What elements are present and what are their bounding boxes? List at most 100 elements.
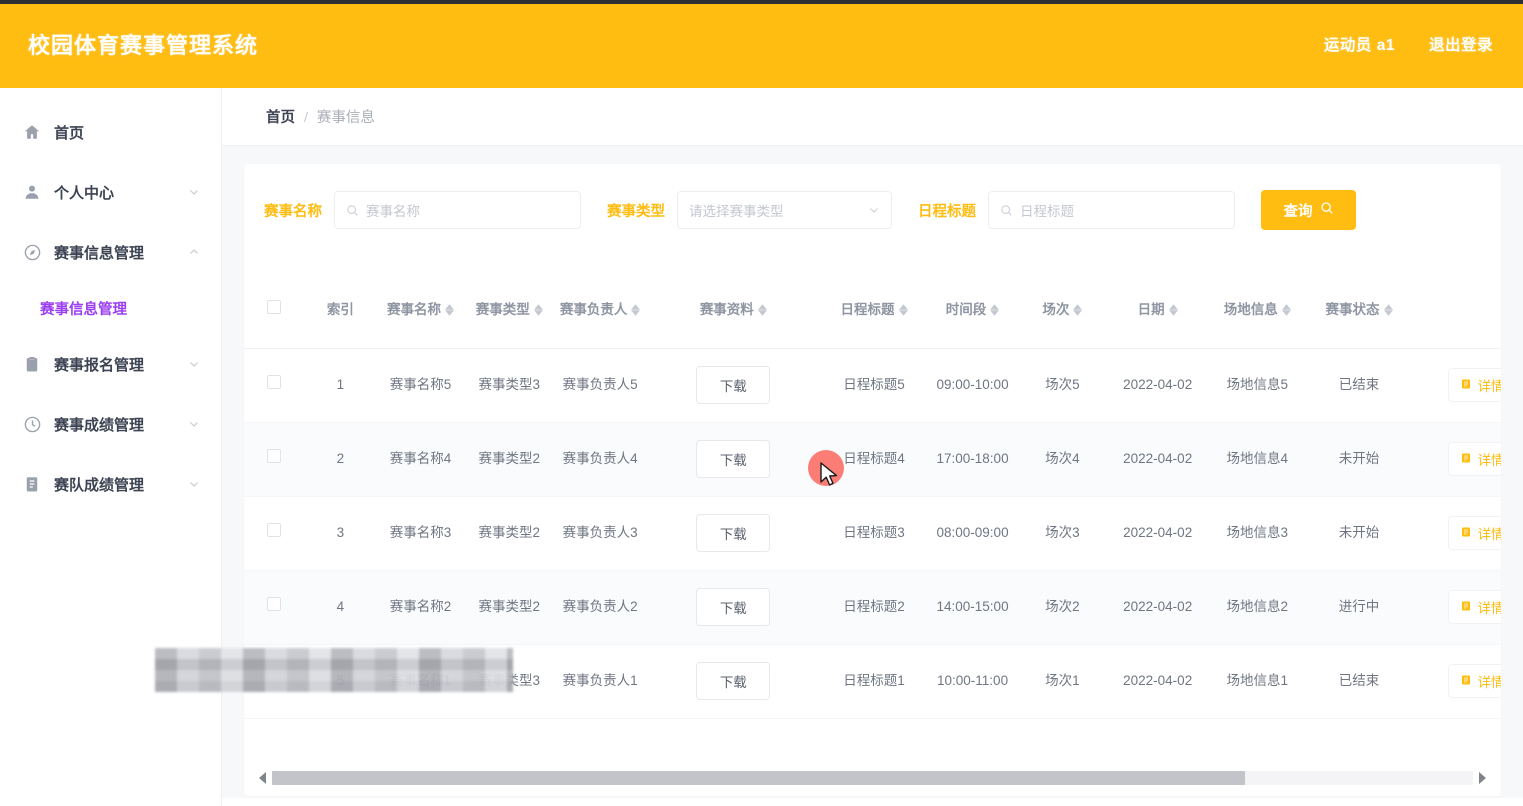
col-header-date-label: 日期	[1137, 301, 1165, 317]
download-button[interactable]: 下载	[696, 588, 771, 626]
sort-icon[interactable]	[444, 304, 454, 316]
sort-icon[interactable]	[631, 304, 641, 316]
cell-session: 场次3	[1016, 496, 1108, 571]
event-type-select[interactable]: 请选择赛事类型	[677, 191, 892, 229]
detail-icon	[1460, 378, 1472, 393]
col-header-status[interactable]: 赛事状态	[1307, 272, 1411, 349]
chevron-down-icon[interactable]	[187, 477, 201, 491]
chevron-up-icon[interactable]	[187, 245, 201, 259]
detail-button[interactable]: 详情	[1448, 368, 1501, 402]
sort-icon[interactable]	[1073, 304, 1083, 316]
col-header-venue[interactable]: 场地信息	[1207, 272, 1308, 349]
cell-date: 2022-04-02	[1107, 570, 1208, 645]
sidebar-item-event-score-management[interactable]: 赛事成绩管理	[0, 394, 221, 454]
chevron-down-icon	[868, 204, 880, 216]
cell-venue: 场地信息5	[1207, 348, 1308, 423]
table-row[interactable]: 3 赛事名称3 赛事类型2 赛事负责人3 下载 日程标题3 08:00-09:0…	[244, 496, 1501, 571]
download-button[interactable]: 下载	[696, 662, 771, 700]
select-all-checkbox[interactable]	[267, 299, 282, 314]
horizontal-scrollbar[interactable]	[256, 768, 1489, 788]
cell-action: 详情	[1410, 570, 1501, 645]
cell-status: 已结束	[1307, 348, 1411, 423]
select-all-header	[244, 272, 305, 349]
row-checkbox[interactable]	[267, 671, 282, 686]
sidebar-item-home[interactable]: 首页	[0, 102, 221, 162]
home-icon	[22, 122, 42, 142]
table-row[interactable]: 5 赛事名称1 赛事类型3 赛事负责人1 下载 日程标题1 10:00-11:0…	[244, 644, 1501, 719]
col-header-owner-label: 赛事负责人	[559, 301, 628, 317]
col-header-file[interactable]: 赛事资料	[646, 272, 820, 349]
table-row[interactable]: 2 赛事名称4 赛事类型2 赛事负责人4 下载 日程标题4 17:00-18:0…	[244, 422, 1501, 497]
scrollbar-track[interactable]	[272, 771, 1473, 785]
chevron-down-icon[interactable]	[187, 185, 201, 199]
sort-icon[interactable]	[1281, 304, 1291, 316]
event-name-input[interactable]: 赛事名称	[334, 191, 581, 229]
row-checkbox[interactable]	[267, 597, 282, 612]
sidebar-item-event-info-management-label: 赛事信息管理	[54, 244, 145, 262]
col-header-name-label: 赛事名称	[386, 301, 441, 317]
cell-owner: 赛事负责人4	[553, 422, 647, 497]
cell-status: 进行中	[1307, 570, 1411, 645]
cell-type: 赛事类型3	[464, 644, 554, 719]
chevron-down-icon[interactable]	[187, 357, 201, 371]
sort-icon[interactable]	[533, 304, 543, 316]
table-row[interactable]: 1 赛事名称5 赛事类型3 赛事负责人5 下载 日程标题5 09:00-10:0…	[244, 348, 1501, 423]
col-header-schedule[interactable]: 日程标题	[819, 272, 929, 349]
col-header-type[interactable]: 赛事类型	[464, 272, 554, 349]
chevron-down-icon[interactable]	[187, 417, 201, 431]
current-user[interactable]: 运动员 a1	[1324, 33, 1395, 55]
sort-icon[interactable]	[990, 304, 1000, 316]
col-header-action	[1410, 272, 1501, 349]
row-checkbox[interactable]	[267, 449, 282, 464]
detail-button[interactable]: 详情	[1448, 590, 1501, 624]
cell-status: 未开始	[1307, 496, 1411, 571]
main-area: 首页 / 赛事信息 赛事名称 赛事名称 赛事类型 请选择赛事类型 日程标题 日程…	[222, 88, 1523, 806]
event-table-scroll-area[interactable]: 索引 赛事名称 赛事类型 赛事负责人 赛事资料 日程标题 时间段 场次 日期 场…	[244, 272, 1501, 760]
sidebar-submenu-event-info-management[interactable]: 赛事信息管理	[0, 282, 221, 334]
col-header-status-label: 赛事状态	[1325, 301, 1380, 317]
schedule-title-placeholder: 日程标题	[1020, 204, 1074, 219]
detail-button[interactable]: 详情	[1448, 442, 1501, 476]
sidebar-item-event-registration-management[interactable]: 赛事报名管理	[0, 334, 221, 394]
detail-button[interactable]: 详情	[1448, 664, 1501, 698]
cell-date: 2022-04-02	[1107, 348, 1208, 423]
sidebar-item-personal-center-label: 个人中心	[54, 184, 115, 202]
table-row[interactable]: 4 赛事名称2 赛事类型2 赛事负责人2 下载 日程标题2 14:00-15:0…	[244, 570, 1501, 645]
sort-icon[interactable]	[757, 304, 767, 316]
row-checkbox[interactable]	[267, 375, 282, 390]
col-header-type-label: 赛事类型	[475, 301, 530, 317]
sidebar-item-event-info-management[interactable]: 赛事信息管理	[0, 222, 221, 282]
query-button[interactable]: 查询	[1261, 190, 1356, 230]
breadcrumb-current: 赛事信息	[316, 110, 375, 126]
col-header-session-label: 场次	[1042, 301, 1070, 317]
sort-icon[interactable]	[1383, 304, 1393, 316]
sort-icon[interactable]	[898, 304, 908, 316]
scrollbar-thumb[interactable]	[272, 771, 1245, 785]
download-button[interactable]: 下载	[696, 366, 771, 404]
sort-icon[interactable]	[1168, 304, 1178, 316]
scroll-left-arrow-icon[interactable]	[256, 769, 270, 787]
col-header-owner[interactable]: 赛事负责人	[553, 272, 647, 349]
download-button[interactable]: 下载	[696, 440, 771, 478]
col-header-venue-label: 场地信息	[1223, 301, 1278, 317]
clipboard-icon	[22, 354, 42, 374]
sidebar-item-personal-center[interactable]: 个人中心	[0, 162, 221, 222]
search-icon	[1000, 204, 1013, 217]
scroll-right-arrow-icon[interactable]	[1475, 769, 1489, 787]
logout-link[interactable]: 退出登录	[1429, 33, 1493, 55]
col-header-session[interactable]: 场次	[1016, 272, 1108, 349]
detail-button-label: 详情	[1477, 379, 1501, 394]
detail-button[interactable]: 详情	[1448, 516, 1501, 550]
document-icon	[22, 474, 42, 494]
sidebar-item-team-score-management[interactable]: 赛队成绩管理	[0, 454, 221, 514]
event-name-label: 赛事名称	[264, 203, 322, 220]
row-checkbox[interactable]	[267, 523, 282, 538]
cell-name: 赛事名称1	[376, 644, 465, 719]
schedule-title-input[interactable]: 日程标题	[988, 191, 1235, 229]
cell-status: 未开始	[1307, 422, 1411, 497]
breadcrumb-home[interactable]: 首页	[266, 106, 295, 127]
col-header-timeslot[interactable]: 时间段	[928, 272, 1017, 349]
col-header-date[interactable]: 日期	[1107, 272, 1208, 349]
download-button[interactable]: 下载	[696, 514, 771, 552]
col-header-name[interactable]: 赛事名称	[376, 272, 465, 349]
